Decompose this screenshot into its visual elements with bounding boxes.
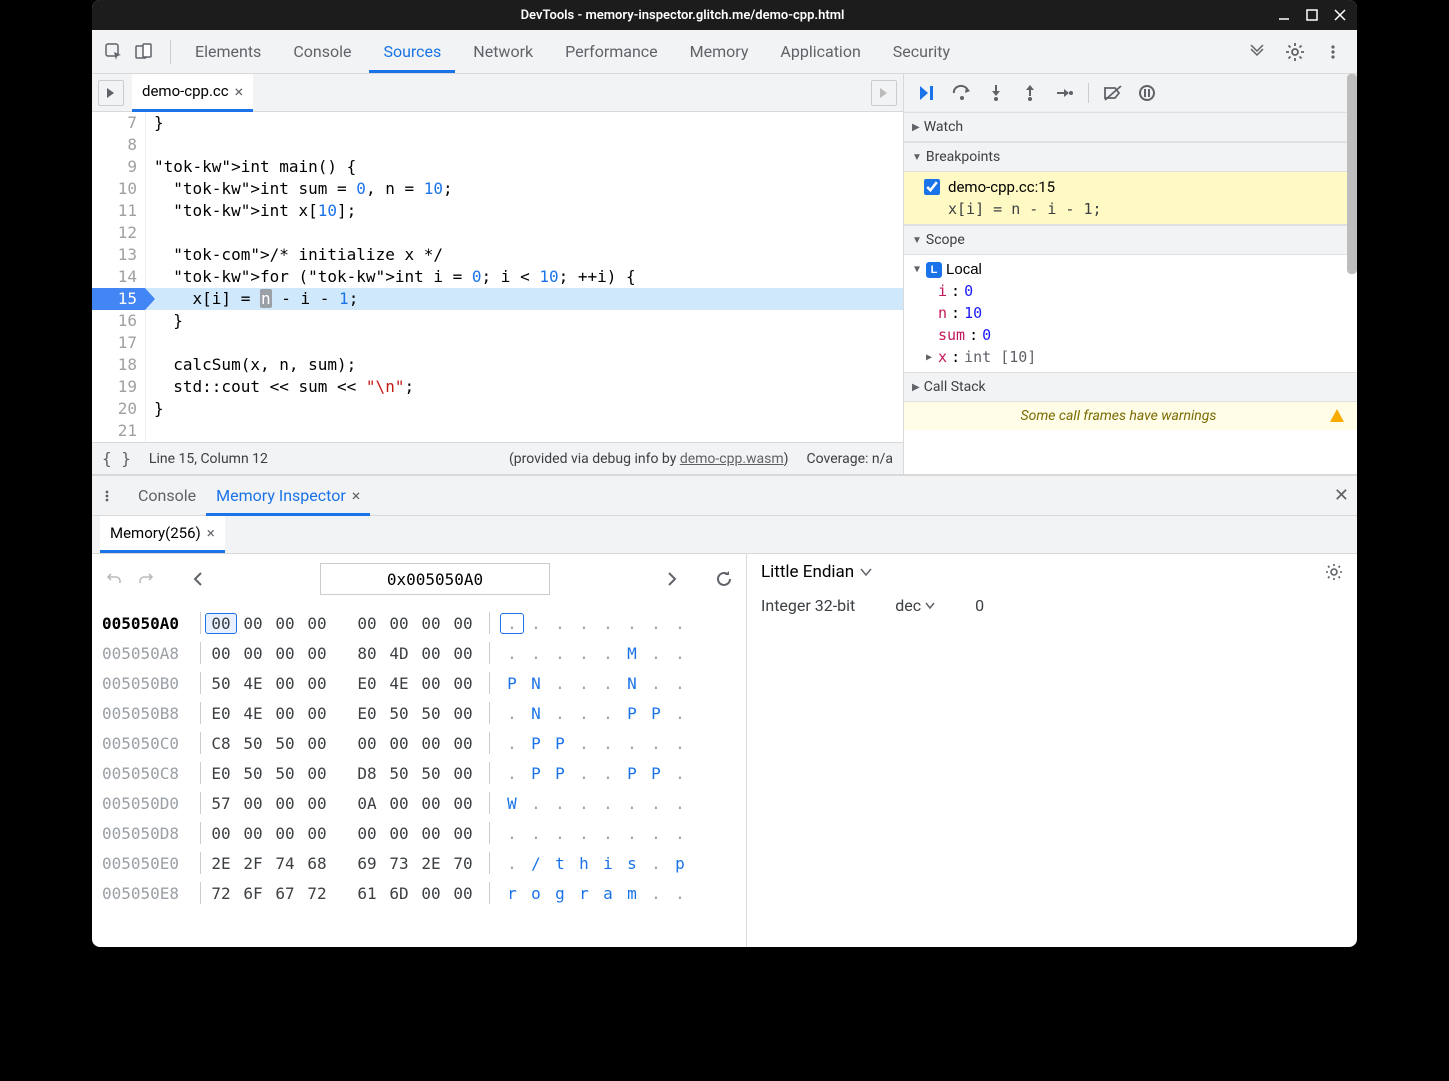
device-icon[interactable]	[130, 38, 158, 66]
navigator-toggle-icon[interactable]	[98, 80, 124, 106]
drawer-tab-console[interactable]: Console	[128, 477, 206, 514]
maximize-icon[interactable]	[1303, 6, 1321, 24]
scrollbar[interactable]	[1347, 74, 1357, 274]
minimize-icon[interactable]	[1275, 6, 1293, 24]
int-base-select[interactable]: dec	[895, 596, 935, 615]
close-icon[interactable]: ×	[235, 82, 244, 101]
warning-icon	[1329, 408, 1345, 424]
tab-application[interactable]: Application	[766, 32, 874, 71]
endianness-select[interactable]: Little Endian	[761, 562, 872, 582]
tab-security[interactable]: Security	[879, 32, 964, 71]
tab-memory[interactable]: Memory	[676, 32, 763, 71]
step-over-icon[interactable]	[948, 79, 976, 107]
memory-row[interactable]: 005050A00000000000000000........	[102, 608, 736, 638]
window-title: DevTools - memory-inspector.glitch.me/de…	[100, 8, 1265, 23]
drawer: Console Memory Inspector× ✕ Memory(256)×…	[92, 475, 1357, 947]
step-out-icon[interactable]	[1016, 79, 1044, 107]
step-into-icon[interactable]	[982, 79, 1010, 107]
gear-icon[interactable]	[1325, 563, 1343, 581]
drawer-tab-memory-inspector[interactable]: Memory Inspector×	[206, 477, 370, 514]
chevron-down-icon	[860, 567, 872, 577]
kebab-icon[interactable]	[1319, 38, 1347, 66]
close-drawer-icon[interactable]: ✕	[1334, 485, 1349, 506]
close-icon[interactable]: ×	[207, 524, 215, 542]
chevron-down-icon	[925, 602, 935, 610]
close-icon[interactable]: ×	[352, 486, 361, 505]
callstack-warning: Some call frames have warnings	[904, 402, 1357, 430]
scope-section[interactable]: ▼Scope	[904, 225, 1357, 255]
memory-row[interactable]: 005050C0C850500000000000.PP.....	[102, 728, 736, 758]
step-icon[interactable]	[1050, 79, 1078, 107]
scope-var[interactable]: sum: 0	[912, 324, 1349, 346]
pause-exceptions-icon[interactable]	[1133, 79, 1161, 107]
memory-row[interactable]: 005050C8E0505000D8505000.PP..PP.	[102, 758, 736, 788]
breakpoint-item[interactable]: demo-cpp.cc:15 x[i] = n - i - 1;	[904, 172, 1357, 225]
callstack-section[interactable]: ▶Call Stack	[904, 372, 1357, 402]
editor-statusbar: { } Line 15, Column 12 (provided via deb…	[92, 442, 903, 474]
file-tab[interactable]: demo-cpp.cc ×	[132, 74, 253, 112]
deactivate-breakpoints-icon[interactable]	[1099, 79, 1127, 107]
scope-var[interactable]: i: 0	[912, 280, 1349, 302]
debugger-pane: ▶Watch ▼Breakpoints demo-cpp.cc:15 x[i] …	[903, 74, 1357, 474]
breakpoint-checkbox[interactable]	[924, 179, 940, 195]
int-type-label: Integer 32-bit	[761, 596, 855, 615]
cursor-position: Line 15, Column 12	[149, 451, 268, 467]
pretty-print-icon[interactable]: { }	[102, 449, 131, 468]
debug-provided: (provided via debug info by demo-cpp.was…	[509, 451, 789, 467]
coverage-status: Coverage: n/a	[807, 451, 893, 467]
memory-row[interactable]: 005050B0504E0000E04E0000PN...N..	[102, 668, 736, 698]
titlebar: DevTools - memory-inspector.glitch.me/de…	[92, 0, 1357, 30]
tab-console[interactable]: Console	[279, 32, 365, 71]
inspect-icon[interactable]	[100, 38, 128, 66]
scope-var[interactable]: ▶x: int [10]	[912, 346, 1349, 368]
breakpoints-section[interactable]: ▼Breakpoints	[904, 142, 1357, 172]
memory-row[interactable]: 005050E8726F6772616D0000rogram..	[102, 878, 736, 908]
prev-page-icon[interactable]	[186, 567, 210, 591]
next-page-icon[interactable]	[660, 567, 684, 591]
close-icon[interactable]	[1331, 6, 1349, 24]
undo-icon[interactable]	[102, 567, 126, 591]
file-tab-label: demo-cpp.cc	[142, 82, 229, 100]
refresh-icon[interactable]	[712, 567, 736, 591]
watch-section[interactable]: ▶Watch	[904, 112, 1357, 142]
wasm-link[interactable]: demo-cpp.wasm	[680, 451, 784, 467]
memory-row[interactable]: 005050D0570000000A000000W.......	[102, 788, 736, 818]
run-snippet-icon[interactable]	[871, 80, 897, 106]
scope-local[interactable]: ▼LLocal	[912, 259, 1349, 280]
resume-icon[interactable]	[914, 79, 942, 107]
file-tabs: demo-cpp.cc ×	[92, 74, 903, 112]
int-value: 0	[975, 596, 984, 615]
memory-row[interactable]: 005050A800000000804D0000.....M..	[102, 638, 736, 668]
memory-row[interactable]: 005050D80000000000000000........	[102, 818, 736, 848]
tab-sources[interactable]: Sources	[369, 32, 455, 71]
memory-tab[interactable]: Memory(256)×	[100, 516, 225, 553]
scope-var[interactable]: n: 10	[912, 302, 1349, 324]
address-input[interactable]: 0x005050A0	[320, 563, 550, 595]
code-editor[interactable]: 789101112131415161718192021 }"tok-kw">in…	[92, 112, 903, 442]
memory-row[interactable]: 005050B8E04E0000E0505000.N...PP.	[102, 698, 736, 728]
kebab-icon[interactable]	[100, 489, 120, 503]
main-toolbar: ElementsConsoleSourcesNetworkPerformance…	[92, 30, 1357, 74]
redo-icon[interactable]	[134, 567, 158, 591]
gear-icon[interactable]	[1281, 38, 1309, 66]
memory-row[interactable]: 005050E02E2F746869732E70./this.p	[102, 848, 736, 878]
tab-network[interactable]: Network	[459, 32, 547, 71]
tab-elements[interactable]: Elements	[181, 32, 275, 71]
tab-performance[interactable]: Performance	[551, 32, 672, 71]
more-tabs-icon[interactable]	[1243, 38, 1271, 66]
